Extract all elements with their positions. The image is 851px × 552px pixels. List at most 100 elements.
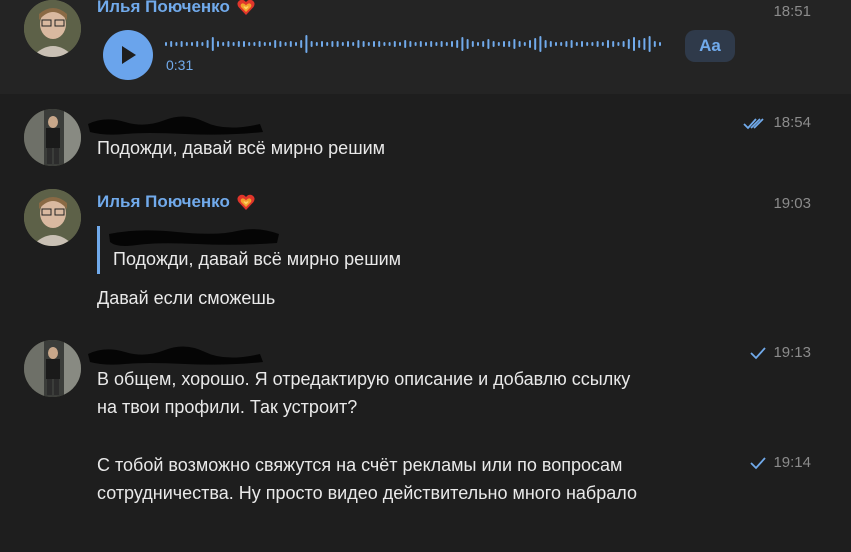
waveform-bar [523, 42, 526, 46]
redacted-quote-author [109, 229, 279, 246]
waveform-bar [539, 36, 542, 52]
message-text: С тобой возможно свяжутся на счёт реклам… [97, 455, 637, 503]
reply-quote-bar[interactable] [97, 226, 100, 274]
waveform-bar [326, 42, 329, 46]
waveform-bar [211, 37, 214, 51]
waveform-bar [165, 42, 167, 46]
waveform-bar [622, 41, 625, 47]
waveform-bar [596, 41, 599, 47]
waveform-bar [466, 39, 469, 49]
waveform-bar [648, 36, 651, 52]
waveform-bar [175, 42, 178, 46]
waveform-bar [497, 42, 500, 46]
waveform-bar [196, 41, 199, 47]
author-name[interactable]: Илья Поюченко [97, 0, 256, 17]
waveform-bar [430, 41, 433, 47]
waveform-bar [274, 40, 277, 48]
avatar-ilya[interactable] [24, 189, 81, 246]
waveform-bar [248, 42, 251, 46]
waveform-bar [217, 41, 219, 47]
waveform-bar [461, 37, 464, 51]
author-name[interactable]: Илья Поюченко [97, 192, 256, 212]
waveform-bar [373, 41, 375, 47]
waveform-bar [357, 40, 360, 48]
waveform-bar [653, 41, 656, 47]
waveform-bar [581, 41, 583, 47]
waveform-bar [227, 41, 230, 47]
waveform-bar [575, 42, 578, 46]
avatar-ilya[interactable] [24, 0, 81, 57]
waveform-bar [477, 42, 479, 46]
waveform-bar [383, 42, 386, 46]
message-time: 19:13 [749, 344, 811, 361]
heart-fire-icon [237, 0, 255, 15]
waveform-bar [425, 42, 427, 46]
message-voice: Илья Поюченко 18:51 0:31 Aa [0, 0, 851, 94]
waveform-bar [451, 41, 453, 47]
waveform-bar [643, 38, 646, 50]
waveform-bar [310, 41, 313, 47]
waveform-bar [253, 42, 256, 46]
voice-duration: 0:31 [166, 57, 194, 73]
waveform-bar [180, 41, 183, 47]
waveform-bar [191, 42, 193, 46]
message-own-1: 18:54 Подожди, давай всё мирно решим [0, 94, 851, 184]
waveform-bar [586, 42, 589, 46]
waveform-bar [362, 41, 365, 47]
reply-quote-text[interactable]: Подожди, давай всё мирно решим [113, 249, 401, 270]
waveform-bar [627, 39, 630, 49]
message-text: В общем, хорошо. Я отредактирую описание… [97, 369, 631, 417]
waveform-bar [367, 42, 370, 46]
transcribe-button[interactable]: Aa [685, 30, 735, 62]
avatar-self[interactable] [24, 340, 81, 397]
waveform-bar [321, 41, 323, 47]
waveform-bar [336, 41, 339, 47]
double-check-icon [743, 117, 765, 129]
waveform-bar [393, 41, 396, 47]
waveform-bar [243, 41, 245, 47]
waveform-bar [352, 42, 355, 46]
waveform-bar [269, 42, 271, 46]
waveform-bar [201, 42, 204, 46]
waveform-bar [607, 40, 609, 48]
waveform-bar [222, 42, 225, 46]
waveform-bar [659, 42, 661, 46]
waveform-bar [508, 41, 511, 47]
waveform-bar [378, 41, 381, 47]
waveform-bar [206, 40, 209, 48]
waveform-bar [591, 42, 594, 46]
waveform-bar [492, 41, 495, 47]
waveform-bar [258, 41, 261, 47]
waveform-bar [315, 42, 318, 46]
waveform-bar [300, 40, 303, 48]
waveform-bar [414, 42, 417, 46]
play-button[interactable] [103, 30, 153, 80]
waveform-bar [534, 38, 537, 50]
waveform-bar [341, 42, 344, 46]
waveform-bar [513, 39, 516, 49]
waveform-bar [471, 41, 474, 47]
avatar-self[interactable] [24, 109, 81, 166]
waveform-bar [487, 39, 490, 49]
waveform-bar [331, 41, 334, 47]
check-icon [750, 456, 767, 469]
waveform-bar [612, 41, 615, 47]
waveform-bar [295, 42, 297, 46]
message-time: 19:14 [749, 454, 811, 471]
waveform-bar [529, 40, 531, 48]
waveform-bar [409, 41, 412, 47]
waveform-bar [503, 41, 505, 47]
waveform-bar [570, 40, 573, 48]
waveform-bar [419, 41, 422, 47]
check-icon [750, 346, 767, 359]
waveform-bar [617, 42, 620, 46]
waveform-bar [237, 41, 240, 47]
waveform-bar [263, 42, 266, 46]
message-time: 18:54 [743, 114, 811, 131]
waveform-bar [518, 41, 521, 47]
waveform-bar [555, 42, 557, 46]
waveform-bar [565, 41, 568, 47]
voice-waveform[interactable] [165, 34, 665, 54]
waveform-bar [445, 42, 448, 46]
waveform-bar [305, 35, 308, 53]
